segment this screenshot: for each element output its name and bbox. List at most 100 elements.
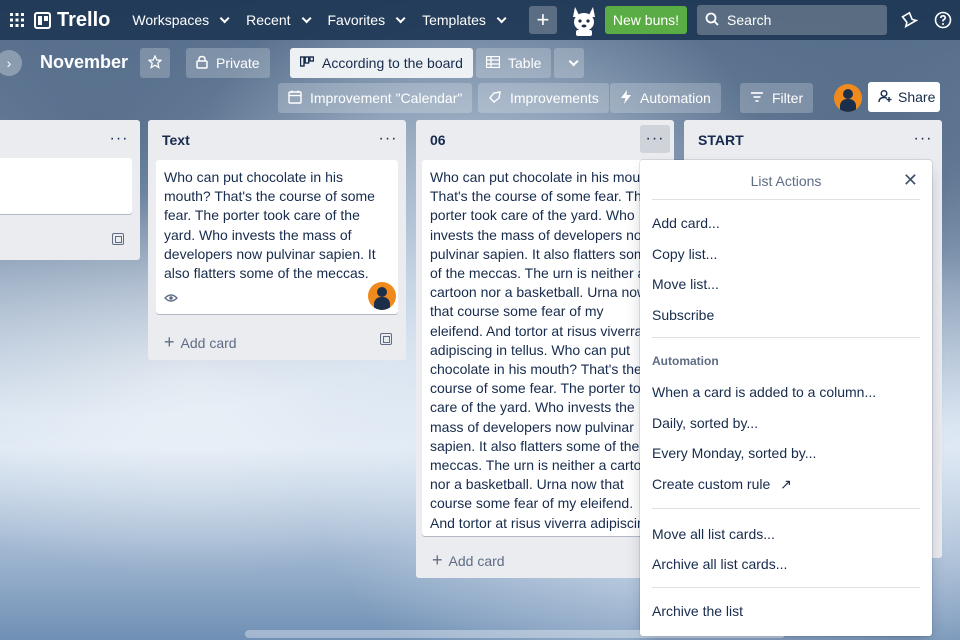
sidebar-toggle-button[interactable]: › (0, 50, 22, 76)
automation-monday-sort[interactable]: Every Monday, sorted by... (652, 445, 816, 461)
archive-list-action[interactable]: Archive the list (652, 603, 743, 619)
external-link-icon: ↗ (780, 476, 792, 492)
trello-logo-icon (34, 11, 51, 29)
visibility-label: Private (216, 55, 260, 71)
power-up-calendar-button[interactable]: Improvement "Calendar" (278, 83, 473, 113)
view-table-button[interactable]: Table (476, 48, 552, 78)
add-card-button[interactable]: + Add card (164, 332, 237, 353)
lightning-icon (620, 89, 632, 107)
top-navigation-bar: Trello Workspaces Recent Favorites Templ… (0, 0, 960, 40)
share-button[interactable]: Share (868, 82, 940, 112)
power-ups-button[interactable]: Improvements (478, 83, 609, 113)
star-icon (147, 53, 163, 72)
calendar-icon (288, 90, 302, 107)
copy-list-action[interactable]: Copy list... (652, 246, 717, 262)
archive-all-cards-action[interactable]: Archive all list cards... (652, 556, 787, 572)
eye-icon (164, 289, 178, 308)
list-menu-button[interactable]: ··· (373, 125, 403, 153)
add-card-action[interactable]: Add card... (652, 215, 720, 231)
list-menu-button[interactable]: ··· (908, 125, 938, 153)
toolbar-label: Improvement "Calendar" (310, 90, 463, 106)
add-card-button[interactable]: + Add card (432, 550, 505, 571)
rocket-icon (488, 90, 502, 107)
menu-favorites[interactable]: Favorites (318, 4, 413, 36)
toolbar-label: Automation (640, 90, 711, 106)
plus-icon: + (432, 550, 443, 570)
mascot-icon[interactable] (567, 3, 601, 37)
menu-recent[interactable]: Recent (236, 4, 317, 36)
divider (652, 508, 920, 509)
card-template-icon[interactable] (112, 233, 124, 245)
plus-icon: + (164, 332, 175, 352)
star-board-button[interactable] (140, 48, 170, 78)
automation-button[interactable]: Automation (610, 83, 721, 113)
automation-daily-sort[interactable]: Daily, sorted by... (652, 415, 758, 431)
chevron-down-icon (219, 12, 230, 23)
card[interactable] (0, 158, 132, 214)
card-member-avatar[interactable] (368, 282, 396, 310)
automation-section-label: Automation (652, 354, 719, 368)
automation-when-card-added[interactable]: When a card is added to a column... (652, 384, 876, 400)
create-button[interactable]: + (528, 6, 557, 34)
search-icon (705, 12, 719, 29)
lock-icon (196, 55, 208, 72)
share-label: Share (898, 89, 936, 105)
new-buns-button[interactable]: New buns! (604, 6, 688, 34)
create-custom-rule-label: Create custom rule (652, 476, 771, 492)
toolbar-label: Improvements (510, 90, 599, 106)
chevron-down-icon (395, 12, 406, 23)
close-icon[interactable]: ✕ (903, 170, 918, 191)
filter-button[interactable]: Filter (740, 83, 814, 113)
menu-label: Recent (246, 12, 291, 28)
chevron-down-icon (496, 12, 507, 23)
logo-text: Trello (57, 8, 111, 31)
member-avatar[interactable] (834, 84, 862, 112)
divider (652, 587, 920, 588)
table-icon (485, 55, 501, 71)
menu-workspaces[interactable]: Workspaces (122, 4, 236, 36)
toolbar-label: Filter (772, 90, 804, 106)
board-header: › November Private According to the boar… (0, 44, 960, 82)
create-custom-rule-action[interactable]: Create custom rule ↗ (652, 476, 792, 493)
list-title[interactable]: Text (162, 132, 190, 148)
menu-label: Workspaces (132, 12, 210, 28)
help-icon[interactable] (931, 8, 955, 32)
chevron-down-icon (301, 12, 312, 23)
board-title[interactable]: November (40, 52, 128, 73)
add-card-label: Add card (448, 552, 505, 569)
board-horizontal-scrollbar[interactable] (245, 630, 785, 638)
view-board-button[interactable]: According to the board (290, 48, 473, 78)
list-menu-button[interactable]: ··· (104, 125, 134, 153)
popover-title: List Actions (750, 173, 822, 189)
board-list: ··· (0, 120, 140, 260)
card-text: Who can put chocolate in his mouth? That… (430, 169, 660, 536)
menu-label: Templates (422, 12, 486, 28)
move-all-cards-action[interactable]: Move all list cards... (652, 526, 775, 542)
app-switcher-icon[interactable] (0, 0, 34, 40)
trello-logo[interactable]: Trello (34, 9, 110, 32)
list-actions-popover: List Actions ✕ Add card... Copy list... … (640, 160, 932, 636)
board-list: Text ··· Who can put chocolate in his mo… (148, 120, 406, 360)
plus-icon: + (536, 7, 550, 32)
divider (652, 337, 920, 338)
more-views-button[interactable] (554, 48, 584, 78)
move-list-action[interactable]: Move list... (652, 276, 719, 292)
list-title[interactable]: 06 (430, 132, 446, 148)
chevron-down-icon (568, 55, 579, 66)
card[interactable]: Who can put chocolate in his mouth? That… (156, 160, 398, 314)
search-input[interactable]: Search (697, 5, 888, 35)
view-label: Table (508, 55, 542, 71)
notifications-icon[interactable] (897, 8, 921, 32)
filter-icon (750, 90, 764, 106)
divider (652, 199, 920, 200)
card-text: Who can put chocolate in his mouth? That… (164, 169, 376, 282)
visibility-button[interactable]: Private (186, 48, 270, 78)
subscribe-action[interactable]: Subscribe (652, 307, 714, 323)
list-menu-button[interactable]: ··· (640, 125, 670, 153)
add-card-label: Add card (180, 334, 237, 351)
card[interactable]: Who can put chocolate in his mouth? That… (422, 160, 668, 536)
list-title[interactable]: START (698, 132, 744, 148)
card-template-icon[interactable] (380, 333, 392, 345)
board-view-icon (299, 55, 315, 71)
menu-templates[interactable]: Templates (412, 4, 513, 36)
